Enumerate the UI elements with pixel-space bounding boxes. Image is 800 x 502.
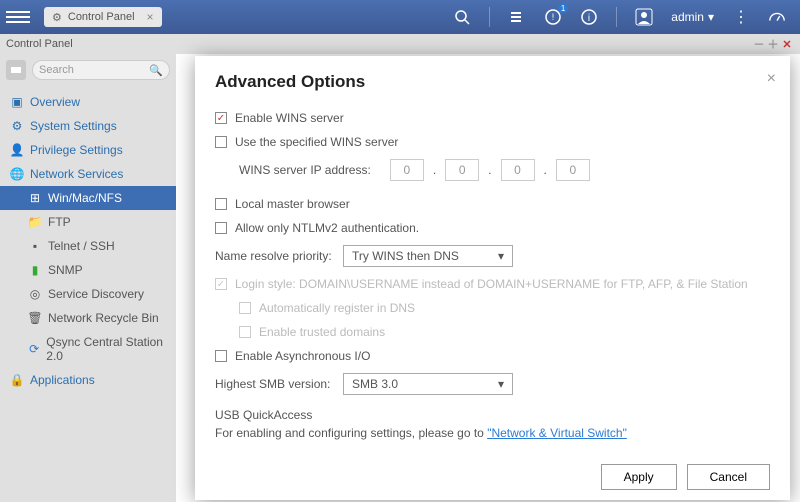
checkbox-async-io[interactable] xyxy=(215,350,227,362)
app-tab-control-panel[interactable]: ⚙ Control Panel × xyxy=(44,7,162,27)
windows-icon: ⊞ xyxy=(28,191,42,205)
label-login-style: Login style: DOMAIN\USERNAME instead of … xyxy=(235,277,748,291)
checkbox-trusted-domains xyxy=(239,326,251,338)
sidebar-item-system-settings[interactable]: ⚙System Settings xyxy=(0,114,176,138)
apps-icon: 🔒 xyxy=(10,373,24,387)
sidebar-item-snmp[interactable]: ▮SNMP xyxy=(0,258,176,282)
globe-icon: 🌐 xyxy=(10,167,24,181)
label-enable-wins: Enable WINS server xyxy=(235,111,344,125)
link-network-virtual-switch[interactable]: "Network & Virtual Switch" xyxy=(487,426,627,440)
user-label: admin xyxy=(671,10,704,24)
sidebar-item-win-mac-nfs[interactable]: ⊞Win/Mac/NFS xyxy=(0,186,176,210)
label-use-specified-wins: Use the specified WINS server xyxy=(235,135,398,149)
select-resolve-priority[interactable]: Try WINS then DNS ▾ xyxy=(343,245,513,267)
overview-icon: ▣ xyxy=(10,95,24,109)
cancel-button[interactable]: Cancel xyxy=(687,464,770,490)
checkbox-local-master[interactable] xyxy=(215,198,227,210)
checkbox-use-specified-wins[interactable] xyxy=(215,136,227,148)
label-async-io: Enable Asynchronous I/O xyxy=(235,349,370,363)
recycle-icon: 🗑 xyxy=(28,311,42,325)
gear-icon: ⚙ xyxy=(52,11,62,24)
discovery-icon: ◎ xyxy=(28,287,42,301)
sidebar-item-network-recycle-bin[interactable]: 🗑Network Recycle Bin xyxy=(0,306,176,330)
select-smb-version[interactable]: SMB 3.0 ▾ xyxy=(343,373,513,395)
search-icon[interactable] xyxy=(453,8,471,26)
label-trusted-domains: Enable trusted domains xyxy=(259,325,385,339)
chevron-down-icon: ▾ xyxy=(498,249,504,263)
label-ntlmv2: Allow only NTLMv2 authentication. xyxy=(235,221,419,235)
window-titlebar: Control Panel － ＋ ✕ xyxy=(0,34,800,54)
notification-badge: 1 xyxy=(558,4,568,13)
wins-ip-octet-2[interactable] xyxy=(445,159,479,181)
dashboard-icon[interactable] xyxy=(768,8,786,26)
minimize-button[interactable]: － xyxy=(752,36,766,52)
sidebar-item-network-services[interactable]: 🌐Network Services xyxy=(0,162,176,186)
wins-ip-octet-1[interactable] xyxy=(390,159,424,181)
menu-icon[interactable] xyxy=(6,5,30,29)
user-menu[interactable]: admin ▾ xyxy=(671,10,714,24)
checkbox-login-style: ✓ xyxy=(215,278,227,290)
checkbox-auto-dns xyxy=(239,302,251,314)
sidebar-item-ftp[interactable]: 📁FTP xyxy=(0,210,176,234)
window-title: Control Panel xyxy=(6,38,73,50)
label-usb-quickaccess: USB QuickAccess xyxy=(215,408,770,422)
sidebar-item-service-discovery[interactable]: ◎Service Discovery xyxy=(0,282,176,306)
search-placeholder: Search xyxy=(39,64,74,76)
label-auto-dns: Automatically register in DNS xyxy=(259,301,415,315)
svg-text:!: ! xyxy=(552,12,555,22)
svg-text:i: i xyxy=(588,13,590,24)
sidebar-item-telnet-ssh[interactable]: ▪Telnet / SSH xyxy=(0,234,176,258)
terminal-icon: ▪ xyxy=(28,239,42,253)
label-wins-ip: WINS server IP address: xyxy=(239,163,371,177)
apply-button[interactable]: Apply xyxy=(601,464,677,490)
sidebar-item-privilege-settings[interactable]: 👤Privilege Settings xyxy=(0,138,176,162)
top-bar: ⚙ Control Panel × ! 1 i admin ▾ ⋮ xyxy=(0,0,800,34)
label-local-master: Local master browser xyxy=(235,197,350,211)
sidebar-toggle-icon[interactable] xyxy=(6,60,26,80)
dialog-close-icon[interactable]: × xyxy=(767,70,776,88)
checkbox-ntlmv2[interactable] xyxy=(215,222,227,234)
wins-ip-octet-4[interactable] xyxy=(556,159,590,181)
more-icon[interactable]: ⋮ xyxy=(732,8,750,26)
checkbox-enable-wins[interactable]: ✓ xyxy=(215,112,227,124)
ftp-icon: 📁 xyxy=(28,215,42,229)
user-icon[interactable] xyxy=(635,8,653,26)
tasks-icon[interactable] xyxy=(508,8,526,26)
advanced-options-dialog: Advanced Options × ✓ Enable WINS server … xyxy=(195,56,790,500)
close-window-button[interactable]: ✕ xyxy=(780,38,794,51)
sidebar-item-qsync[interactable]: ⟳Qsync Central Station 2.0 xyxy=(0,330,176,368)
gear-icon: ⚙ xyxy=(10,119,24,133)
label-resolve-priority: Name resolve priority: xyxy=(215,249,335,263)
dialog-title: Advanced Options xyxy=(215,72,770,92)
app-tab-label: Control Panel xyxy=(68,11,135,23)
sidebar-item-overview[interactable]: ▣Overview xyxy=(0,90,176,114)
notification-icon[interactable]: ! 1 xyxy=(544,8,562,26)
user-icon: 👤 xyxy=(10,143,24,157)
chevron-down-icon: ▾ xyxy=(498,377,504,391)
sync-icon: ⟳ xyxy=(28,342,40,356)
wins-ip-octet-3[interactable] xyxy=(501,159,535,181)
search-input[interactable]: Search 🔍 xyxy=(32,60,170,80)
sidebar: Search 🔍 ▣Overview ⚙System Settings 👤Pri… xyxy=(0,54,176,502)
info-icon[interactable]: i xyxy=(580,8,598,26)
sidebar-item-applications[interactable]: 🔒Applications xyxy=(0,368,176,392)
usb-text: For enabling and configuring settings, p… xyxy=(215,426,487,440)
label-smb-version: Highest SMB version: xyxy=(215,377,335,391)
maximize-button[interactable]: ＋ xyxy=(766,36,780,52)
bars-icon: ▮ xyxy=(28,263,42,277)
close-tab-icon[interactable]: × xyxy=(147,10,154,24)
search-glass-icon: 🔍 xyxy=(149,64,163,77)
